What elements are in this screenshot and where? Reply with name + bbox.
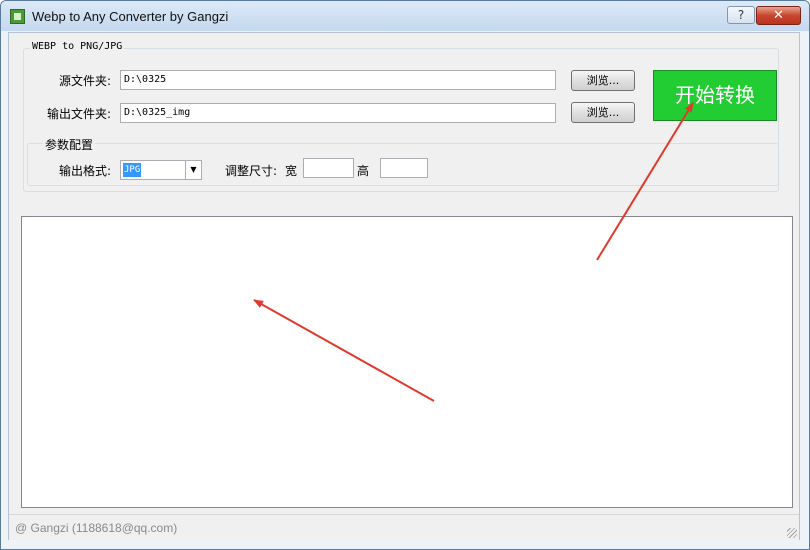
height-label: 高 [357,164,370,178]
client-area: WEBP to PNG/JPG 源文件夹: D:\0325 浏览... 输出文件… [8,32,800,540]
chevron-down-icon[interactable]: ▼ [185,161,201,179]
status-text: @ Gangzi (1188618@qq.com) [15,521,178,535]
width-label: 宽 [285,164,298,178]
log-output-area[interactable] [21,216,793,508]
height-input[interactable] [380,158,428,178]
resize-label: 调整尺寸: [225,164,278,178]
output-format-label: 输出格式: [59,164,112,178]
status-bar: @ Gangzi (1188618@qq.com) [9,514,799,540]
app-icon [10,9,25,24]
title-bar[interactable]: Webp to Any Converter by Gangzi ? ✕ [1,1,809,31]
close-button[interactable]: ✕ [756,6,801,25]
output-folder-label: 输出文件夹: [47,107,112,121]
convert-group-legend: WEBP to PNG/JPG [30,41,125,52]
browse-source-button[interactable]: 浏览... [571,70,635,91]
app-window: Webp to Any Converter by Gangzi ? ✕ WEBP… [0,0,810,550]
start-convert-button[interactable]: 开始转换 [653,70,777,121]
close-icon: ✕ [773,8,784,23]
width-input[interactable] [303,158,354,178]
browse-output-button[interactable]: 浏览... [571,102,635,123]
resize-grip-icon[interactable] [787,528,797,538]
output-format-value: JPG [123,163,142,177]
source-folder-input[interactable]: D:\0325 [120,70,556,90]
params-group-legend: 参数配置 [43,136,96,153]
output-folder-input[interactable]: D:\0325_img [120,103,556,123]
help-button[interactable]: ? [727,6,755,24]
window-title: Webp to Any Converter by Gangzi [32,9,229,24]
source-folder-label: 源文件夹: [59,74,112,88]
output-format-select[interactable]: JPG ▼ [120,160,202,180]
help-icon: ? [737,8,745,22]
